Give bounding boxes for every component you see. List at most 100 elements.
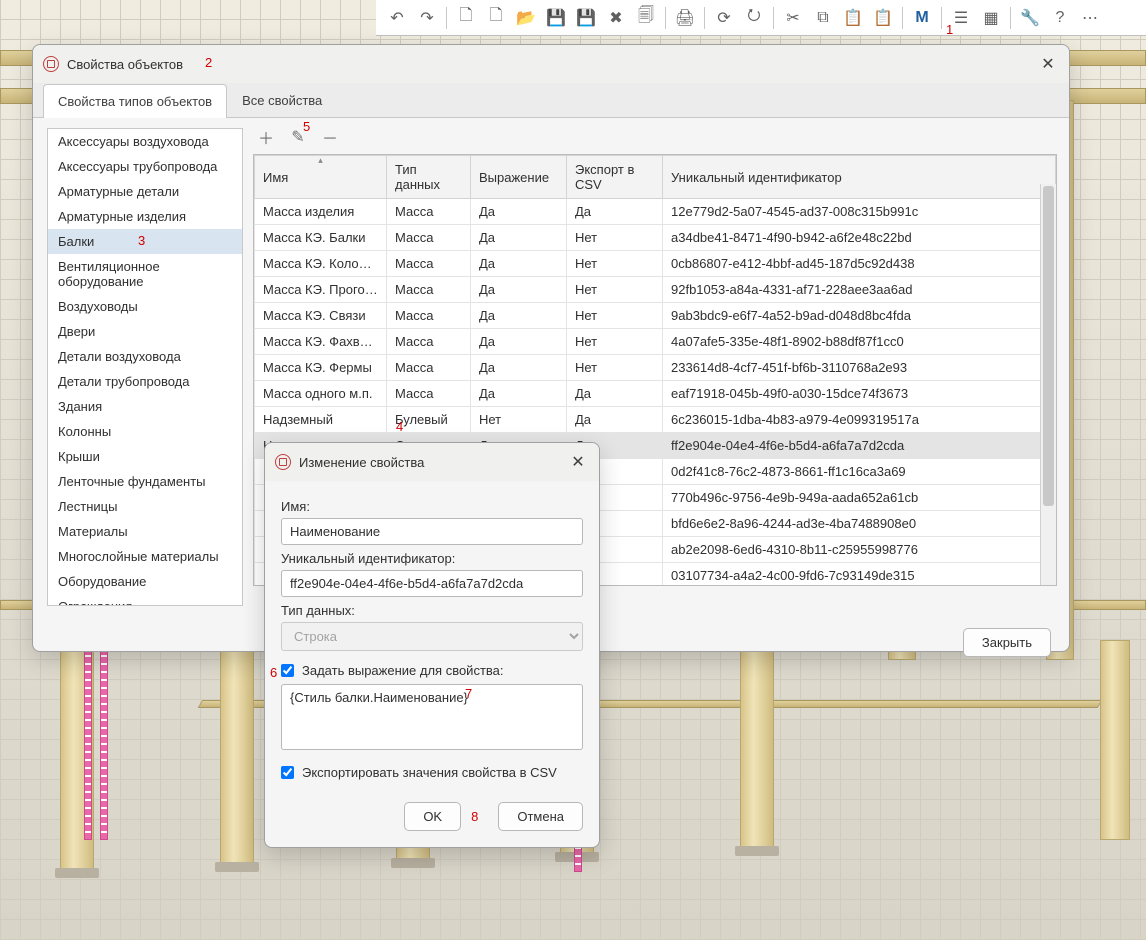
cell-uid: eaf71918-045b-49f0-a030-15dce74f3673: [663, 381, 1056, 407]
category-item[interactable]: Балки: [48, 229, 242, 254]
clipboard-icon[interactable]: 📋: [840, 5, 866, 31]
save-icon[interactable]: 💾: [543, 5, 569, 31]
cell-name: Масса изделия: [255, 199, 387, 225]
new-icon[interactable]: 🗋: [453, 5, 479, 31]
cell-name: Надземный: [255, 407, 387, 433]
table-row[interactable]: Масса КЭ. ФахверкМассаДаНет4a07afe5-335e…: [255, 329, 1056, 355]
dialog-titlebar[interactable]: Свойства объектов ✕: [33, 45, 1069, 83]
cell-uid: 4a07afe5-335e-48f1-8902-b88df87f1cc0: [663, 329, 1056, 355]
col-csv[interactable]: Экспорт в CSV: [567, 156, 663, 199]
redo-icon[interactable]: ↷: [414, 5, 440, 31]
table-scrollbar[interactable]: [1040, 184, 1056, 585]
category-item[interactable]: Аксессуары трубопровода: [48, 154, 242, 179]
app-icon: [43, 56, 59, 72]
cell-expr: Нет: [471, 407, 567, 433]
category-item[interactable]: Аксессуары воздуховода: [48, 129, 242, 154]
table-row[interactable]: Масса одного м.п.МассаДаДаeaf71918-045b-…: [255, 381, 1056, 407]
cancel-button[interactable]: Отмена: [498, 802, 583, 831]
orbit-icon[interactable]: ⭮: [741, 5, 767, 31]
cell-expr: Да: [471, 303, 567, 329]
close-icon[interactable]: ✖: [603, 5, 629, 31]
tab-all-properties[interactable]: Все свойства: [227, 83, 337, 117]
edit-property-dialog: Изменение свойства ✕ Имя: Уникальный иде…: [264, 442, 600, 848]
label-name: Имя:: [281, 499, 583, 514]
undo-icon[interactable]: ↶: [384, 5, 410, 31]
cell-csv: Да: [567, 407, 663, 433]
table-row[interactable]: НадземныйБулевыйНетДа6c236015-1dba-4b83-…: [255, 407, 1056, 433]
save-as-icon[interactable]: 💾: [573, 5, 599, 31]
category-item[interactable]: Ограждения: [48, 594, 242, 606]
cell-dtype: Масса: [387, 381, 471, 407]
cell-csv: Нет: [567, 303, 663, 329]
table-row[interactable]: Масса КЭ. БалкиМассаДаНетa34dbe41-8471-4…: [255, 225, 1056, 251]
category-item[interactable]: Вентиляционное оборудование: [48, 254, 242, 294]
grid-icon[interactable]: ▦: [978, 5, 1004, 31]
category-item[interactable]: Детали трубопровода: [48, 369, 242, 394]
refresh-icon[interactable]: ⟳: [711, 5, 737, 31]
cell-name: Масса КЭ. Прогоны: [255, 277, 387, 303]
category-item[interactable]: Арматурные изделия: [48, 204, 242, 229]
print-icon[interactable]: 🖨: [672, 5, 698, 31]
cell-name: Масса КЭ. Фахверк: [255, 329, 387, 355]
cell-uid: 9ab3bdc9-e6f7-4a52-b9ad-d048d8bc4fda: [663, 303, 1056, 329]
table-row[interactable]: Масса изделияМассаДаДа12e779d2-5a07-4545…: [255, 199, 1056, 225]
edit-dialog-title: Изменение свойства: [299, 455, 424, 470]
expression-checkbox[interactable]: [281, 664, 294, 677]
dtype-select[interactable]: Строка: [281, 622, 583, 651]
paste-icon[interactable]: 📋: [870, 5, 896, 31]
csv-export-checkbox[interactable]: [281, 766, 294, 779]
add-row-icon[interactable]: ＋: [257, 128, 275, 146]
new-dropdown-icon[interactable]: 🗋: [483, 5, 509, 31]
expression-input[interactable]: [281, 684, 583, 750]
open-icon[interactable]: 📂: [513, 5, 539, 31]
tab-type-properties[interactable]: Свойства типов объектов: [43, 84, 227, 118]
help-icon[interactable]: ?: [1047, 5, 1073, 31]
category-item[interactable]: Здания: [48, 394, 242, 419]
cell-csv: Нет: [567, 251, 663, 277]
csv-export-checkbox-label: Экспортировать значения свойства в CSV: [302, 765, 557, 780]
category-item[interactable]: Многослойные материалы: [48, 544, 242, 569]
save-all-icon[interactable]: 🗐: [633, 5, 659, 31]
cell-dtype: Масса: [387, 355, 471, 381]
table-row[interactable]: Масса КЭ. СвязиМассаДаНет9ab3bdc9-e6f7-4…: [255, 303, 1056, 329]
category-item[interactable]: Колонны: [48, 419, 242, 444]
more-icon[interactable]: ⋯: [1077, 5, 1103, 31]
uid-input[interactable]: [281, 570, 583, 597]
category-item[interactable]: Двери: [48, 319, 242, 344]
edit-dialog-close-button[interactable]: ✕: [567, 451, 589, 473]
cell-dtype: Булевый: [387, 407, 471, 433]
cell-dtype: Масса: [387, 277, 471, 303]
cell-csv: Нет: [567, 329, 663, 355]
delete-row-icon[interactable]: －: [321, 128, 339, 146]
tree-icon[interactable]: ☰: [948, 5, 974, 31]
name-input[interactable]: [281, 518, 583, 545]
copy-icon[interactable]: ⧉: [810, 5, 836, 31]
category-item[interactable]: Оборудование: [48, 569, 242, 594]
category-item[interactable]: Ленточные фундаменты: [48, 469, 242, 494]
wrench-icon[interactable]: 🔧: [1017, 5, 1043, 31]
category-item[interactable]: Воздуховоды: [48, 294, 242, 319]
row-toolbar: ＋ ✎ －: [253, 128, 1057, 154]
category-item[interactable]: Детали воздуховода: [48, 344, 242, 369]
category-item[interactable]: Крыши: [48, 444, 242, 469]
col-dtype[interactable]: Тип данных: [387, 156, 471, 199]
logo-icon[interactable]: M: [909, 5, 935, 31]
ok-button[interactable]: OK: [404, 802, 461, 831]
category-item[interactable]: Лестницы: [48, 494, 242, 519]
category-item[interactable]: Арматурные детали: [48, 179, 242, 204]
table-row[interactable]: Масса КЭ. КолонныМассаДаНет0cb86807-e412…: [255, 251, 1056, 277]
col-expr[interactable]: Выражение: [471, 156, 567, 199]
table-row[interactable]: Масса КЭ. ПрогоныМассаДаНет92fb1053-a84a…: [255, 277, 1056, 303]
cell-csv: Да: [567, 199, 663, 225]
cut-icon[interactable]: ✂: [780, 5, 806, 31]
category-list[interactable]: Аксессуары воздуховодаАксессуары трубопр…: [47, 128, 243, 606]
edit-row-icon[interactable]: ✎: [289, 128, 307, 146]
app-icon: [275, 454, 291, 470]
col-uid[interactable]: Уникальный идентификатор: [663, 156, 1056, 199]
table-row[interactable]: Масса КЭ. ФермыМассаДаНет233614d8-4cf7-4…: [255, 355, 1056, 381]
edit-dialog-titlebar[interactable]: Изменение свойства ✕: [265, 443, 599, 481]
cell-uid: 6c236015-1dba-4b83-a979-4e099319517a: [663, 407, 1056, 433]
close-button[interactable]: Закрыть: [963, 628, 1051, 657]
category-item[interactable]: Материалы: [48, 519, 242, 544]
dialog-close-button[interactable]: ✕: [1037, 53, 1059, 75]
